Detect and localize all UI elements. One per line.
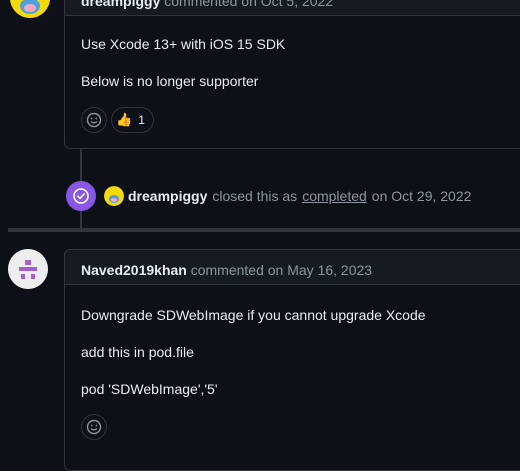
comment-author[interactable]: Naved2019khan [81, 262, 187, 278]
comment-box-2: Naved2019khan commented on May 16, 2023 … [64, 249, 520, 471]
thumbs-up-reaction[interactable]: 👍 1 [111, 107, 154, 133]
comment-action: commented on [164, 0, 257, 9]
event-date: on Oct 29, 2022 [371, 188, 472, 204]
comment-date[interactable]: May 16, 2023 [287, 262, 372, 278]
check-circle-icon [66, 181, 96, 211]
comment-line-1: Use Xcode 13+ with iOS 15 SDK [81, 36, 286, 52]
timeline-line-top [80, 148, 82, 182]
avatar-image [10, 0, 50, 18]
comment-line-3: pod 'SDWebImage','5' [81, 381, 218, 397]
add-reaction-button[interactable] [81, 414, 107, 440]
avatar-dreampiggy[interactable] [10, 0, 50, 18]
comment-date[interactable]: Oct 5, 2022 [261, 0, 333, 9]
comment-line-2: add this in pod.file [81, 344, 194, 360]
comment-action: commented on [190, 262, 284, 278]
timeline-line-mid [80, 210, 82, 228]
comment-line-1: Downgrade SDWebImage if you cannot upgra… [81, 307, 426, 323]
smiley-icon [86, 112, 102, 128]
completed-link[interactable]: completed [302, 188, 367, 204]
comment-author[interactable]: dreampiggy [81, 0, 160, 9]
event-author[interactable]: dreampiggy [128, 188, 207, 204]
smiley-icon [86, 419, 102, 435]
thumbs-up-icon: 👍 [116, 112, 133, 127]
identicon-image [8, 249, 48, 289]
comment-box-1: dreampiggy commented on Oct 5, 2022 Use … [64, 0, 520, 149]
comment-header-2: Naved2019khan commented on May 16, 2023 [65, 250, 520, 285]
add-reaction-button[interactable] [81, 107, 107, 133]
avatar-naved2019khan[interactable] [8, 249, 48, 289]
comment-line-2: Below is no longer supporter [81, 73, 259, 89]
comment-header-1: dreampiggy commented on Oct 5, 2022 [65, 0, 520, 16]
avatar-dreampiggy-small[interactable] [104, 186, 124, 206]
event-text-before: closed this as [212, 188, 298, 204]
timeline-divider [8, 228, 520, 232]
reaction-count: 1 [138, 113, 145, 127]
timeline-event-closed: dreampiggy closed this as completed on O… [66, 181, 471, 211]
